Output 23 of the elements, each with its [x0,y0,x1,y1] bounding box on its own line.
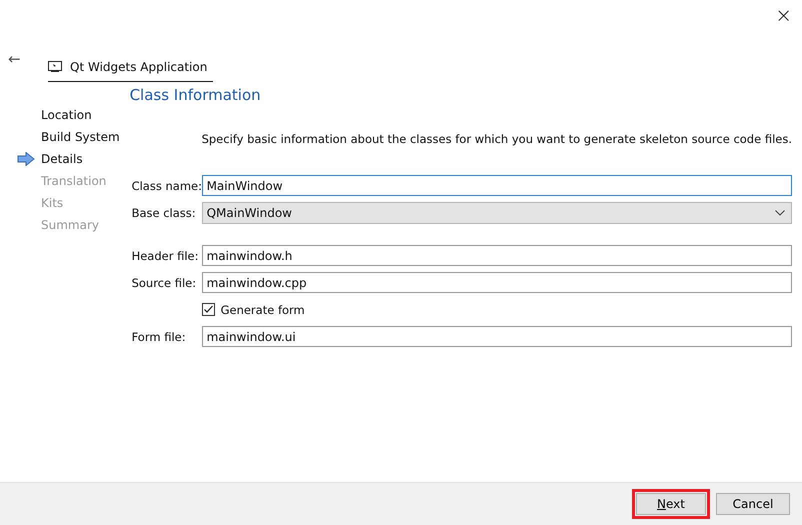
field-label: Form file: [130,330,187,344]
step-label: Details [41,152,83,166]
input-field[interactable]: MainWindow [202,175,792,196]
input-field[interactable]: mainwindow.h [202,245,792,266]
input-field[interactable]: mainwindow.cpp [202,272,792,293]
description-text: Specify basic information about the classes for which you want to generate skeleton source code files. [202,132,792,148]
step-label: Translation [41,174,106,188]
back-button[interactable]: ← [0,50,46,68]
field-label: Source file: [130,276,198,290]
dropdown[interactable]: QMainWindow [202,202,792,224]
step-label: Kits [41,196,64,210]
page-title: Class Information [130,86,262,106]
field-label: Class name: [130,178,202,192]
step-label: Build System [41,130,120,144]
close-button[interactable]: × [775,5,792,25]
field-label: Base class: [130,206,197,220]
generate-form-checkbox[interactable]: Generate form [202,302,305,316]
cancel-button[interactable]: Cancel [716,493,790,515]
input-field[interactable]: mainwindow.ui [202,326,792,347]
field-label: Header file: [130,248,200,262]
step-label: Location [41,108,92,122]
next-button[interactable]: Next [636,493,706,515]
step-label: Summary [41,218,99,232]
